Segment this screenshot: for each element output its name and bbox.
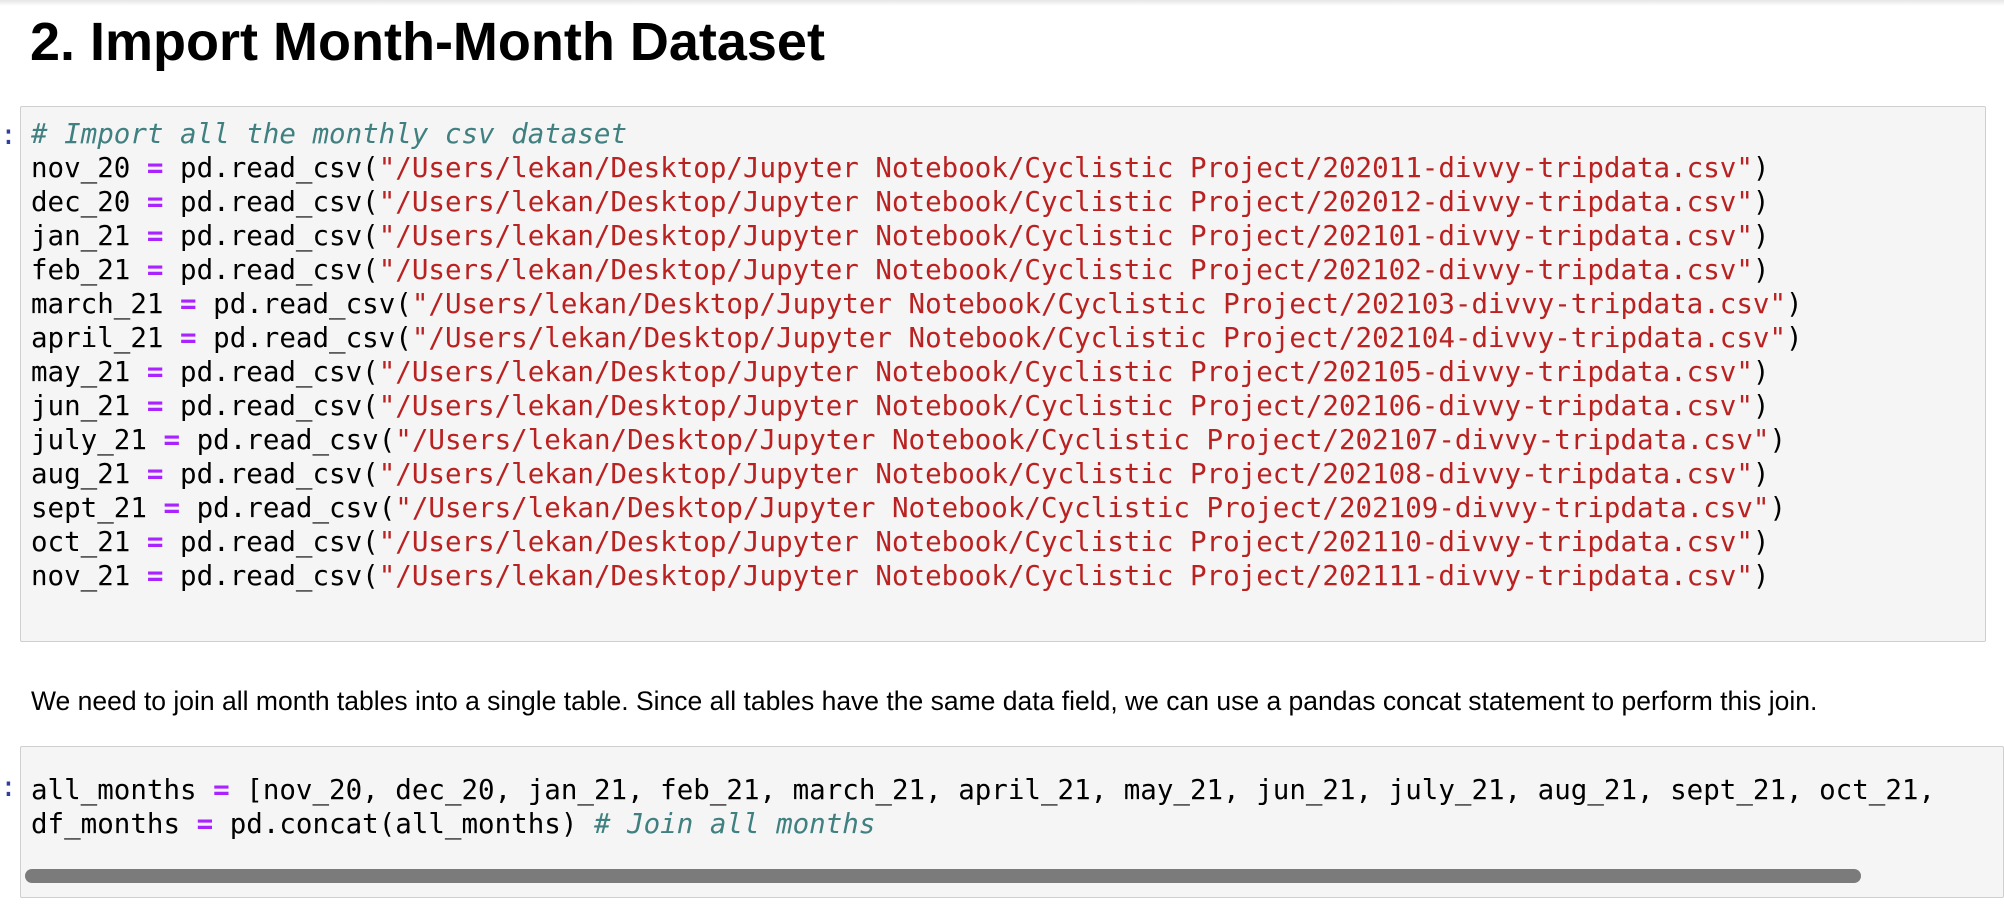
read-csv-call: pd.read_csv(: [180, 220, 379, 252]
csv-path-string: "/Users/lekan/Desktop/Jupyter Notebook/C…: [378, 152, 1753, 184]
close-paren: ): [1752, 186, 1770, 218]
csv-path-string: "/Users/lekan/Desktop/Jupyter Notebook/C…: [378, 220, 1753, 252]
variable-name: nov_20: [31, 152, 131, 184]
read-csv-call: pd.read_csv(: [180, 254, 379, 286]
csv-path-string: "/Users/lekan/Desktop/Jupyter Notebook/C…: [378, 560, 1753, 592]
assign-operator: =: [146, 186, 164, 218]
assign-operator: =: [146, 390, 164, 422]
close-paren: ): [1752, 356, 1770, 388]
assign-operator: =: [146, 152, 164, 184]
variable-name: nov_21: [31, 560, 131, 592]
all-months-list: [nov_20, dec_20, jan_21, feb_21, march_2…: [246, 774, 1936, 806]
csv-path-string: "/Users/lekan/Desktop/Jupyter Notebook/C…: [411, 322, 1787, 354]
csv-path-string: "/Users/lekan/Desktop/Jupyter Notebook/C…: [378, 254, 1753, 286]
variable-name: may_21: [31, 356, 131, 388]
read-csv-call: pd.read_csv(: [213, 288, 412, 320]
close-paren: ): [1769, 424, 1787, 456]
csv-path-string: "/Users/lekan/Desktop/Jupyter Notebook/C…: [378, 458, 1753, 490]
assign-operator: =: [146, 220, 164, 252]
csv-path-string: "/Users/lekan/Desktop/Jupyter Notebook/C…: [395, 424, 1770, 456]
close-paren: ): [1786, 288, 1803, 320]
assign-operator: =: [163, 492, 181, 524]
close-paren: ): [1752, 152, 1770, 184]
df-months-var: df_months: [31, 808, 181, 840]
read-csv-call: pd.read_csv(: [180, 152, 379, 184]
markdown-text: We need to join all month tables into a …: [31, 686, 1818, 716]
assign-operator: =: [163, 424, 181, 456]
assign-operator: =: [180, 322, 197, 354]
close-paren: ): [1752, 220, 1770, 252]
variable-name: feb_21: [31, 254, 131, 286]
code-comment: # Import all the monthly csv dataset: [31, 118, 628, 150]
read-csv-call: pd.read_csv(: [180, 458, 379, 490]
code-lines: nov_20 = pd.read_csv("/Users/lekan/Deskt…: [31, 152, 1803, 592]
horizontal-scrollbar[interactable]: [25, 869, 1861, 883]
variable-name: july_21: [31, 424, 147, 456]
assign-operator: =: [213, 774, 230, 806]
close-paren: ): [1752, 526, 1770, 558]
csv-path-string: "/Users/lekan/Desktop/Jupyter Notebook/C…: [411, 288, 1787, 320]
close-paren: ): [1769, 492, 1787, 524]
variable-name: april_21: [31, 322, 164, 354]
code-comment: # Join all months: [593, 808, 876, 840]
variable-name: jan_21: [31, 220, 131, 252]
assign-operator: =: [180, 288, 197, 320]
csv-path-string: "/Users/lekan/Desktop/Jupyter Notebook/C…: [395, 492, 1770, 524]
read-csv-call: pd.read_csv(: [180, 526, 379, 558]
code-cell-1-source[interactable]: # Import all the monthly csv dataset nov…: [31, 117, 1803, 593]
variable-name: jun_21: [31, 390, 131, 422]
section-heading: 2. Import Month-Month Dataset: [30, 12, 825, 72]
cell-2-prompt: :: [0, 770, 17, 803]
read-csv-call: pd.read_csv(: [196, 424, 396, 456]
read-csv-call: pd.read_csv(: [213, 322, 412, 354]
read-csv-call: pd.read_csv(: [180, 390, 379, 422]
code-cell-2[interactable]: all_months = [nov_20, dec_20, jan_21, fe…: [20, 746, 2004, 898]
read-csv-call: pd.read_csv(: [196, 492, 396, 524]
assign-operator: =: [146, 458, 164, 490]
concat-call: pd.concat(all_months): [229, 808, 578, 840]
variable-name: oct_21: [31, 526, 131, 558]
read-csv-call: pd.read_csv(: [180, 356, 379, 388]
variable-name: march_21: [31, 288, 164, 320]
read-csv-call: pd.read_csv(: [180, 186, 379, 218]
csv-path-string: "/Users/lekan/Desktop/Jupyter Notebook/C…: [378, 186, 1753, 218]
variable-name: dec_20: [31, 186, 131, 218]
csv-path-string: "/Users/lekan/Desktop/Jupyter Notebook/C…: [378, 390, 1753, 422]
assign-operator: =: [146, 526, 164, 558]
code-cell-1[interactable]: # Import all the monthly csv dataset nov…: [20, 106, 1986, 642]
assign-operator: =: [146, 356, 164, 388]
close-paren: ): [1752, 560, 1770, 592]
variable-name: sept_21: [31, 492, 147, 524]
toolbar-shadow: [0, 0, 2004, 6]
assign-operator: =: [146, 560, 164, 592]
assign-operator: =: [196, 808, 214, 840]
close-paren: ): [1752, 390, 1770, 422]
close-paren: ): [1752, 458, 1770, 490]
csv-path-string: "/Users/lekan/Desktop/Jupyter Notebook/C…: [378, 356, 1753, 388]
assign-operator: =: [146, 254, 164, 286]
close-paren: ): [1786, 322, 1803, 354]
code-cell-2-source[interactable]: all_months = [nov_20, dec_20, jan_21, fe…: [31, 773, 1935, 841]
csv-path-string: "/Users/lekan/Desktop/Jupyter Notebook/C…: [378, 526, 1753, 558]
close-paren: ): [1752, 254, 1770, 286]
cell-1-prompt: :: [0, 118, 17, 151]
variable-name: aug_21: [31, 458, 131, 490]
read-csv-call: pd.read_csv(: [180, 560, 379, 592]
all-months-var: all_months: [31, 774, 197, 806]
